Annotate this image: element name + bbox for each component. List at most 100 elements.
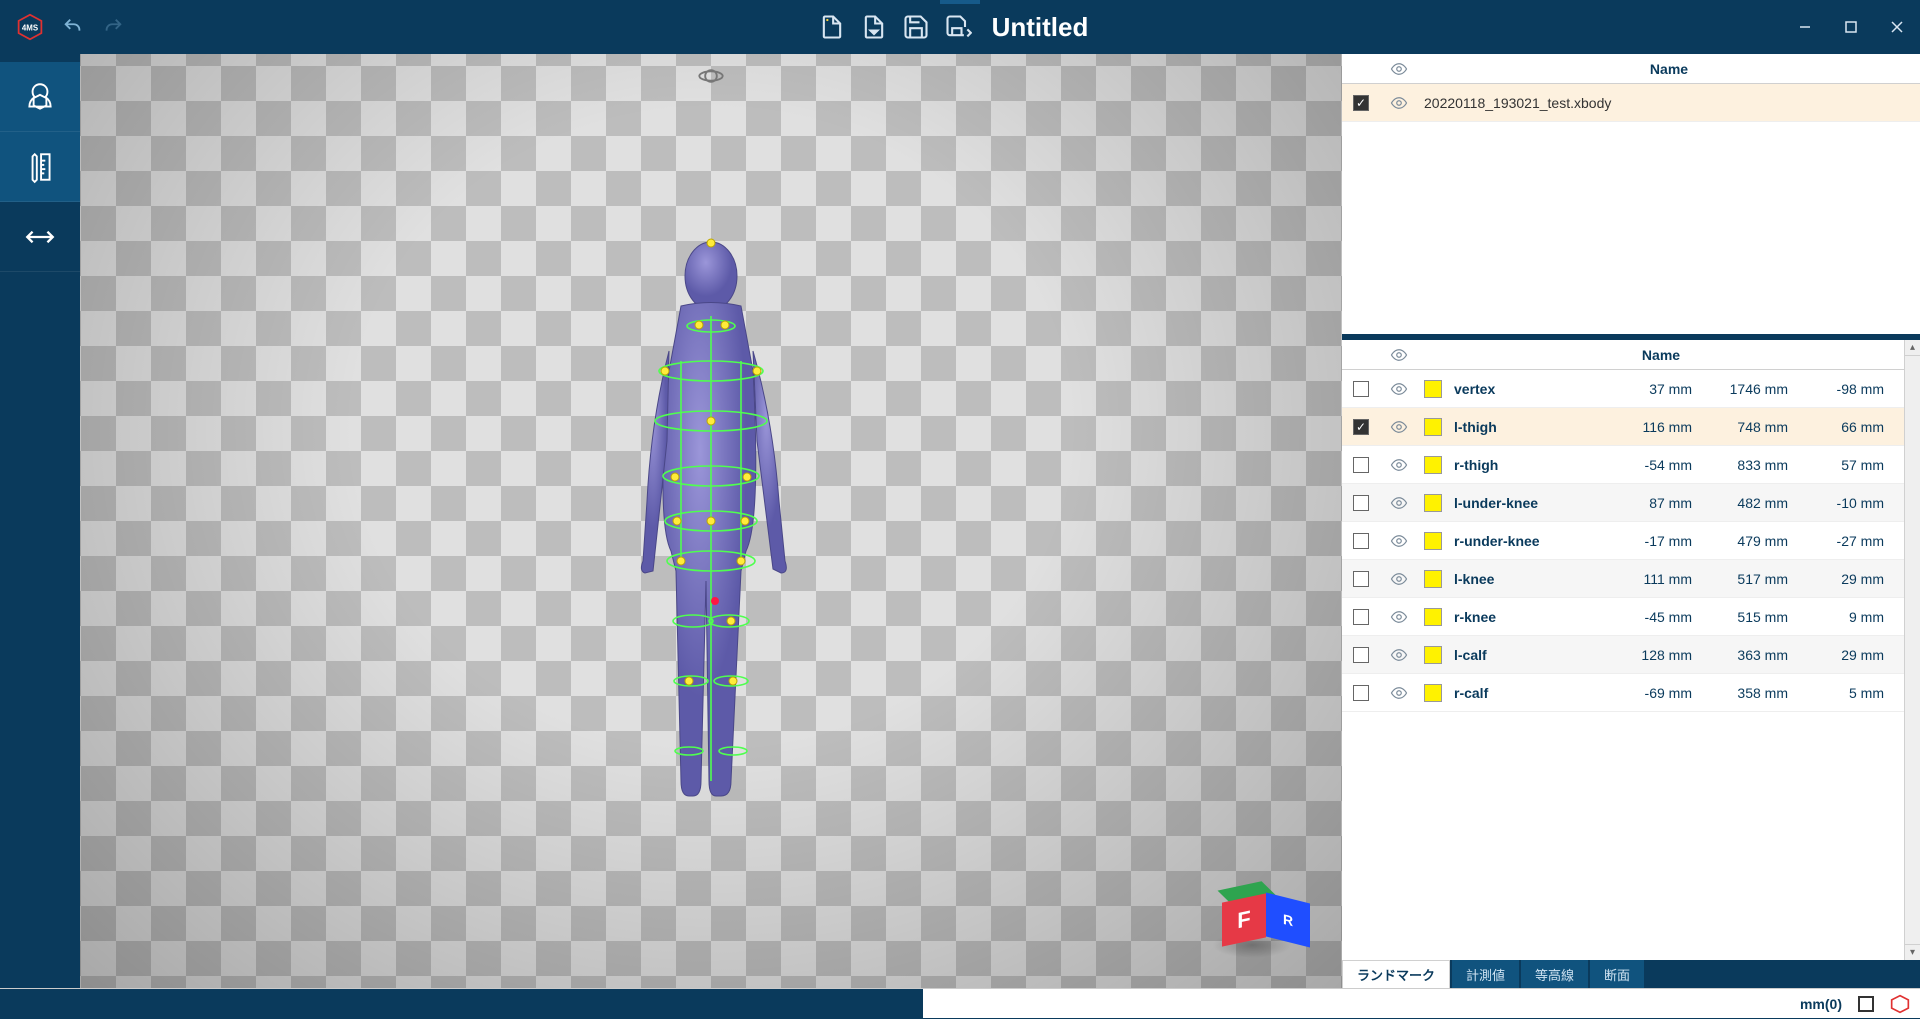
landmark-x: 116 mm xyxy=(1608,419,1704,435)
open-file-icon[interactable] xyxy=(860,13,888,41)
tool-model-button[interactable] xyxy=(0,62,80,132)
orientation-cube[interactable]: F R xyxy=(1222,888,1282,948)
redo-icon[interactable] xyxy=(102,16,124,38)
row-checkbox[interactable] xyxy=(1353,571,1369,587)
undo-icon[interactable] xyxy=(62,16,84,38)
visibility-toggle-icon[interactable] xyxy=(1380,494,1418,512)
status-square-icon[interactable] xyxy=(1858,996,1874,1012)
status-unit: mm(0) xyxy=(1800,996,1842,1012)
row-checkbox[interactable] xyxy=(1353,95,1369,111)
visibility-column-icon[interactable] xyxy=(1380,346,1418,364)
landmark-y: 833 mm xyxy=(1704,457,1800,473)
visibility-toggle-icon[interactable] xyxy=(1380,418,1418,436)
maximize-button[interactable] xyxy=(1828,0,1874,54)
viewport-orbit-icon[interactable] xyxy=(697,62,725,90)
scroll-down-button[interactable]: ▾ xyxy=(1905,944,1920,960)
close-button[interactable] xyxy=(1874,0,1920,54)
tab-inactive[interactable]: 断面 xyxy=(1590,960,1644,988)
titlebar-center: Untitled xyxy=(124,0,1782,54)
row-checkbox[interactable] xyxy=(1353,647,1369,663)
landmark-row[interactable]: l-knee111 mm517 mm29 mm xyxy=(1342,560,1904,598)
landmark-name: l-thigh xyxy=(1448,419,1608,435)
tab-active[interactable]: ランドマーク xyxy=(1342,960,1450,988)
save-as-icon[interactable] xyxy=(944,13,972,41)
save-icon[interactable] xyxy=(902,13,930,41)
svg-text:4MS: 4MS xyxy=(22,24,38,33)
landmark-name: r-under-knee xyxy=(1448,533,1608,549)
row-checkbox[interactable] xyxy=(1353,381,1369,397)
landmark-row[interactable]: r-under-knee-17 mm479 mm-27 mm xyxy=(1342,522,1904,560)
visibility-toggle-icon[interactable] xyxy=(1380,684,1418,702)
tool-measure-button[interactable] xyxy=(0,132,80,202)
landmark-z: 66 mm xyxy=(1800,419,1896,435)
landmark-x: 128 mm xyxy=(1608,647,1704,663)
body-mesh xyxy=(581,221,841,821)
row-checkbox[interactable] xyxy=(1353,685,1369,701)
visibility-toggle-icon[interactable] xyxy=(1380,646,1418,664)
body-file-name: 20220118_193021_test.xbody xyxy=(1418,95,1920,111)
row-checkbox[interactable] xyxy=(1353,533,1369,549)
visibility-toggle-icon[interactable] xyxy=(1380,94,1418,112)
landmark-x: -54 mm xyxy=(1608,457,1704,473)
row-checkbox[interactable] xyxy=(1353,609,1369,625)
landmark-x: 87 mm xyxy=(1608,495,1704,511)
landmark-z: -27 mm xyxy=(1800,533,1896,549)
landmark-z: 29 mm xyxy=(1800,571,1896,587)
color-swatch[interactable] xyxy=(1418,684,1448,702)
landmark-row[interactable]: r-calf-69 mm358 mm5 mm xyxy=(1342,674,1904,712)
viewport-3d[interactable]: F R xyxy=(80,54,1342,988)
landmark-row[interactable]: r-knee-45 mm515 mm9 mm xyxy=(1342,598,1904,636)
landmark-z: 57 mm xyxy=(1800,457,1896,473)
color-swatch[interactable] xyxy=(1418,494,1448,512)
color-swatch[interactable] xyxy=(1418,380,1448,398)
tab-inactive[interactable]: 計測値 xyxy=(1452,960,1519,988)
landmark-name: r-calf xyxy=(1448,685,1608,701)
visibility-toggle-icon[interactable] xyxy=(1380,570,1418,588)
scrollbar[interactable]: ▾ xyxy=(1904,370,1920,960)
statusbar: mm(0) xyxy=(0,988,1920,1018)
color-swatch[interactable] xyxy=(1418,570,1448,588)
visibility-toggle-icon[interactable] xyxy=(1380,380,1418,398)
color-swatch[interactable] xyxy=(1418,646,1448,664)
panel-landmarks: Name ▴ vertex37 mm1746 mm-98 mml-thigh11… xyxy=(1342,340,1920,988)
visibility-toggle-icon[interactable] xyxy=(1380,532,1418,550)
landmark-z: 29 mm xyxy=(1800,647,1896,663)
row-checkbox[interactable] xyxy=(1353,495,1369,511)
color-swatch[interactable] xyxy=(1418,456,1448,474)
right-panels: Name 20220118_193021_test.xbody Name ▴ v… xyxy=(1342,54,1920,988)
status-logo-icon[interactable] xyxy=(1890,994,1910,1014)
landmark-name: r-thigh xyxy=(1448,457,1608,473)
landmark-name-header: Name xyxy=(1418,347,1904,363)
landmark-x: -69 mm xyxy=(1608,685,1704,701)
row-checkbox[interactable] xyxy=(1353,419,1369,435)
cube-front-face[interactable]: F xyxy=(1222,893,1266,946)
landmark-y: 363 mm xyxy=(1704,647,1800,663)
landmark-z: -10 mm xyxy=(1800,495,1896,511)
visibility-toggle-icon[interactable] xyxy=(1380,456,1418,474)
landmark-name: r-knee xyxy=(1448,609,1608,625)
landmark-row[interactable]: l-thigh116 mm748 mm66 mm xyxy=(1342,408,1904,446)
color-swatch[interactable] xyxy=(1418,608,1448,626)
color-swatch[interactable] xyxy=(1418,418,1448,436)
document-title: Untitled xyxy=(992,12,1089,43)
tab-inactive[interactable]: 等高線 xyxy=(1521,960,1588,988)
tool-arrows-button[interactable] xyxy=(0,202,80,272)
color-swatch[interactable] xyxy=(1418,532,1448,550)
landmark-row[interactable]: r-thigh-54 mm833 mm57 mm xyxy=(1342,446,1904,484)
landmark-x: 37 mm xyxy=(1608,381,1704,397)
landmark-name: l-knee xyxy=(1448,571,1608,587)
row-checkbox[interactable] xyxy=(1353,457,1369,473)
landmark-header: Name xyxy=(1342,340,1904,370)
minimize-button[interactable] xyxy=(1782,0,1828,54)
body-list-row[interactable]: 20220118_193021_test.xbody xyxy=(1342,84,1920,122)
visibility-toggle-icon[interactable] xyxy=(1380,608,1418,626)
visibility-column-icon[interactable] xyxy=(1380,60,1418,78)
new-file-sparkle-icon[interactable] xyxy=(818,13,846,41)
landmark-row[interactable]: l-under-knee87 mm482 mm-10 mm xyxy=(1342,484,1904,522)
scroll-up-button[interactable]: ▴ xyxy=(1905,340,1920,356)
landmark-row[interactable]: vertex37 mm1746 mm-98 mm xyxy=(1342,370,1904,408)
landmark-z: 9 mm xyxy=(1800,609,1896,625)
landmark-row[interactable]: l-calf128 mm363 mm29 mm xyxy=(1342,636,1904,674)
panel-tabs: ランドマーク計測値等高線断面 xyxy=(1342,960,1920,988)
main-area: F R Name 20220118_193021_test.xbody Name xyxy=(0,54,1920,988)
